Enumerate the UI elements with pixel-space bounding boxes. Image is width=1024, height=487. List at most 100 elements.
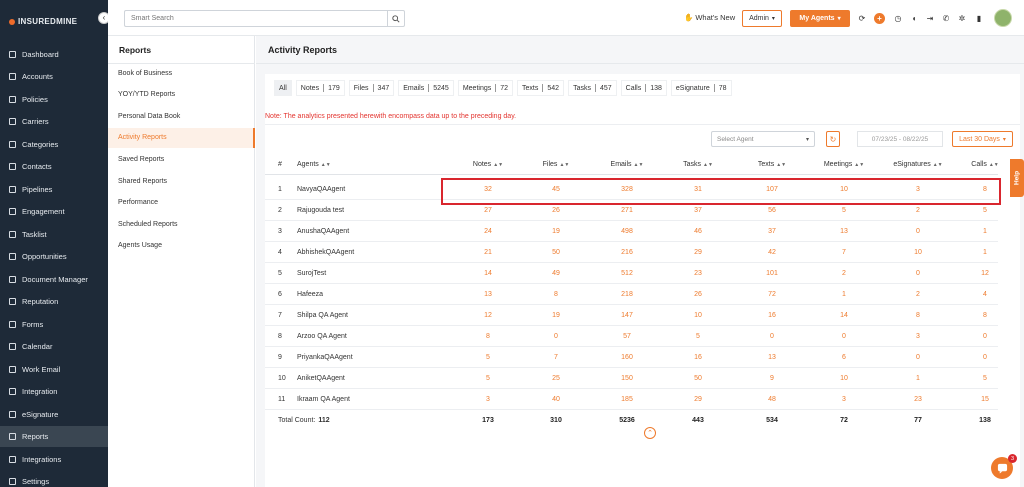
tab-tasks[interactable]: Tasks 457 bbox=[568, 80, 617, 96]
column-header-texts[interactable]: Texts ▲▼ bbox=[742, 154, 802, 175]
tab-calls[interactable]: Calls 138 bbox=[620, 80, 667, 96]
metric-notes-value[interactable]: 12 bbox=[458, 305, 518, 326]
sidebar-item-pipelines[interactable]: Pipelines bbox=[0, 179, 108, 200]
reports-menu-item-saved-reports[interactable]: Saved Reports bbox=[108, 149, 255, 169]
metric-notes-value[interactable]: 3 bbox=[458, 389, 518, 410]
metric-tasks-value[interactable]: 29 bbox=[668, 242, 728, 263]
refresh-button[interactable]: ↻ bbox=[826, 131, 840, 147]
metric-files-value[interactable]: 19 bbox=[526, 221, 586, 242]
metric-emails-value[interactable]: 160 bbox=[597, 347, 657, 368]
metric-files-value[interactable]: 7 bbox=[526, 347, 586, 368]
metric-tasks-value[interactable]: 29 bbox=[668, 389, 728, 410]
metric-tasks-value[interactable]: 5 bbox=[668, 326, 728, 347]
select-agent-dropdown[interactable]: Select Agent ▾ bbox=[711, 131, 815, 147]
user-avatar[interactable] bbox=[994, 9, 1012, 27]
metric-texts-value[interactable]: 72 bbox=[742, 284, 802, 305]
metric-texts-value[interactable]: 101 bbox=[742, 263, 802, 284]
metric-meetings-value[interactable]: 2 bbox=[814, 263, 874, 284]
metric-calls-value[interactable]: 12 bbox=[955, 263, 1015, 284]
metric-emails-value[interactable]: 150 bbox=[597, 368, 657, 389]
sidebar-item-policies[interactable]: Policies bbox=[0, 89, 108, 110]
sidebar-item-categories[interactable]: Categories bbox=[0, 134, 108, 155]
metric-texts-value[interactable]: 42 bbox=[742, 242, 802, 263]
phone-icon[interactable]: ✆ bbox=[941, 13, 951, 23]
metric-emails-value[interactable]: 185 bbox=[597, 389, 657, 410]
tab-emails[interactable]: Emails 5245 bbox=[398, 80, 454, 96]
metric-tasks-value[interactable]: 16 bbox=[668, 347, 728, 368]
metric-tasks-value[interactable]: 50 bbox=[668, 368, 728, 389]
metric-texts-value[interactable]: 48 bbox=[742, 389, 802, 410]
metric-esignatures-value[interactable]: 0 bbox=[888, 263, 948, 284]
metric-meetings-value[interactable]: 1 bbox=[814, 284, 874, 305]
reports-menu-item-book-of-business[interactable]: Book of Business bbox=[108, 63, 255, 83]
metric-emails-value[interactable]: 512 bbox=[597, 263, 657, 284]
sidebar-item-integrations[interactable]: Integrations bbox=[0, 449, 108, 470]
metric-notes-value[interactable]: 5 bbox=[458, 347, 518, 368]
brand-logo[interactable]: INSUREDMINE bbox=[9, 17, 77, 26]
metric-meetings-value[interactable]: 6 bbox=[814, 347, 874, 368]
date-range-field[interactable]: 07/23/25 - 08/22/25 bbox=[857, 131, 943, 147]
tab-esignature[interactable]: eSignature 78 bbox=[670, 80, 732, 96]
scroll-up-button[interactable]: ⌃ bbox=[644, 427, 656, 439]
metric-files-value[interactable]: 25 bbox=[526, 368, 586, 389]
metric-esignatures-value[interactable]: 1 bbox=[888, 368, 948, 389]
metric-files-value[interactable]: 50 bbox=[526, 242, 586, 263]
sync-icon[interactable]: ⟳ bbox=[857, 13, 867, 23]
metric-meetings-value[interactable]: 13 bbox=[814, 221, 874, 242]
sidebar-item-tasklist[interactable]: Tasklist bbox=[0, 224, 108, 245]
tab-all[interactable]: All bbox=[274, 80, 292, 96]
sidebar-item-calendar[interactable]: Calendar bbox=[0, 336, 108, 357]
metric-calls-value[interactable]: 4 bbox=[955, 284, 1015, 305]
metric-meetings-value[interactable]: 10 bbox=[814, 368, 874, 389]
column-header-notes[interactable]: Notes ▲▼ bbox=[458, 154, 518, 175]
help-tab[interactable]: Help bbox=[1010, 159, 1024, 197]
add-icon[interactable]: + bbox=[874, 13, 885, 24]
reports-menu-item-performance[interactable]: Performance bbox=[108, 193, 255, 213]
sidebar-item-carriers[interactable]: Carriers bbox=[0, 111, 108, 132]
metric-tasks-value[interactable]: 26 bbox=[668, 284, 728, 305]
reports-menu-item-shared-reports[interactable]: Shared Reports bbox=[108, 171, 255, 191]
battery-icon[interactable]: ▮ bbox=[974, 13, 984, 23]
tab-files[interactable]: Files 347 bbox=[348, 80, 395, 96]
metric-notes-value[interactable]: 21 bbox=[458, 242, 518, 263]
metric-files-value[interactable]: 0 bbox=[526, 326, 586, 347]
metric-notes-value[interactable]: 24 bbox=[458, 221, 518, 242]
metric-notes-value[interactable]: 13 bbox=[458, 284, 518, 305]
metric-texts-value[interactable]: 9 bbox=[742, 368, 802, 389]
reports-menu-item-activity-reports[interactable]: Activity Reports bbox=[108, 127, 255, 148]
metric-esignatures-value[interactable]: 2 bbox=[888, 284, 948, 305]
tab-notes[interactable]: Notes 179 bbox=[295, 80, 345, 96]
metric-emails-value[interactable]: 216 bbox=[597, 242, 657, 263]
column-header-agents[interactable]: Agents ▲▼ bbox=[297, 154, 331, 175]
tab-texts[interactable]: Texts 542 bbox=[517, 80, 565, 96]
sidebar-item-esignature[interactable]: eSignature bbox=[0, 404, 108, 425]
metric-texts-value[interactable]: 0 bbox=[742, 326, 802, 347]
metric-files-value[interactable]: 8 bbox=[526, 284, 586, 305]
settings-chip-icon[interactable]: ✲ bbox=[957, 13, 967, 23]
reports-menu-item-scheduled-reports[interactable]: Scheduled Reports bbox=[108, 214, 255, 234]
metric-calls-value[interactable]: 0 bbox=[955, 326, 1015, 347]
logout-icon[interactable]: ⇥ bbox=[925, 13, 935, 23]
column-header-meetings[interactable]: Meetings ▲▼ bbox=[814, 154, 874, 175]
sidebar-item-integration[interactable]: Integration bbox=[0, 381, 108, 402]
column-header-calls[interactable]: Calls ▲▼ bbox=[955, 154, 1015, 175]
sidebar-item-reputation[interactable]: Reputation bbox=[0, 291, 108, 312]
metric-calls-value[interactable]: 15 bbox=[955, 389, 1015, 410]
metric-emails-value[interactable]: 498 bbox=[597, 221, 657, 242]
whats-new-link[interactable]: ✋ What's New bbox=[684, 13, 735, 22]
reports-menu-item-yoy-ytd-reports[interactable]: YOY/YTD Reports bbox=[108, 85, 255, 105]
metric-tasks-value[interactable]: 23 bbox=[668, 263, 728, 284]
bell-icon[interactable]: ◖ bbox=[909, 13, 919, 23]
metric-calls-value[interactable]: 1 bbox=[955, 242, 1015, 263]
column-header-files[interactable]: Files ▲▼ bbox=[526, 154, 586, 175]
metric-emails-value[interactable]: 218 bbox=[597, 284, 657, 305]
metric-notes-value[interactable]: 5 bbox=[458, 368, 518, 389]
metric-files-value[interactable]: 19 bbox=[526, 305, 586, 326]
tab-meetings[interactable]: Meetings 72 bbox=[457, 80, 514, 96]
metric-calls-value[interactable]: 0 bbox=[955, 347, 1015, 368]
metric-calls-value[interactable]: 8 bbox=[955, 305, 1015, 326]
sidebar-item-forms[interactable]: Forms bbox=[0, 314, 108, 335]
reports-menu-item-agents-usage[interactable]: Agents Usage bbox=[108, 236, 255, 256]
metric-texts-value[interactable]: 13 bbox=[742, 347, 802, 368]
metric-emails-value[interactable]: 147 bbox=[597, 305, 657, 326]
